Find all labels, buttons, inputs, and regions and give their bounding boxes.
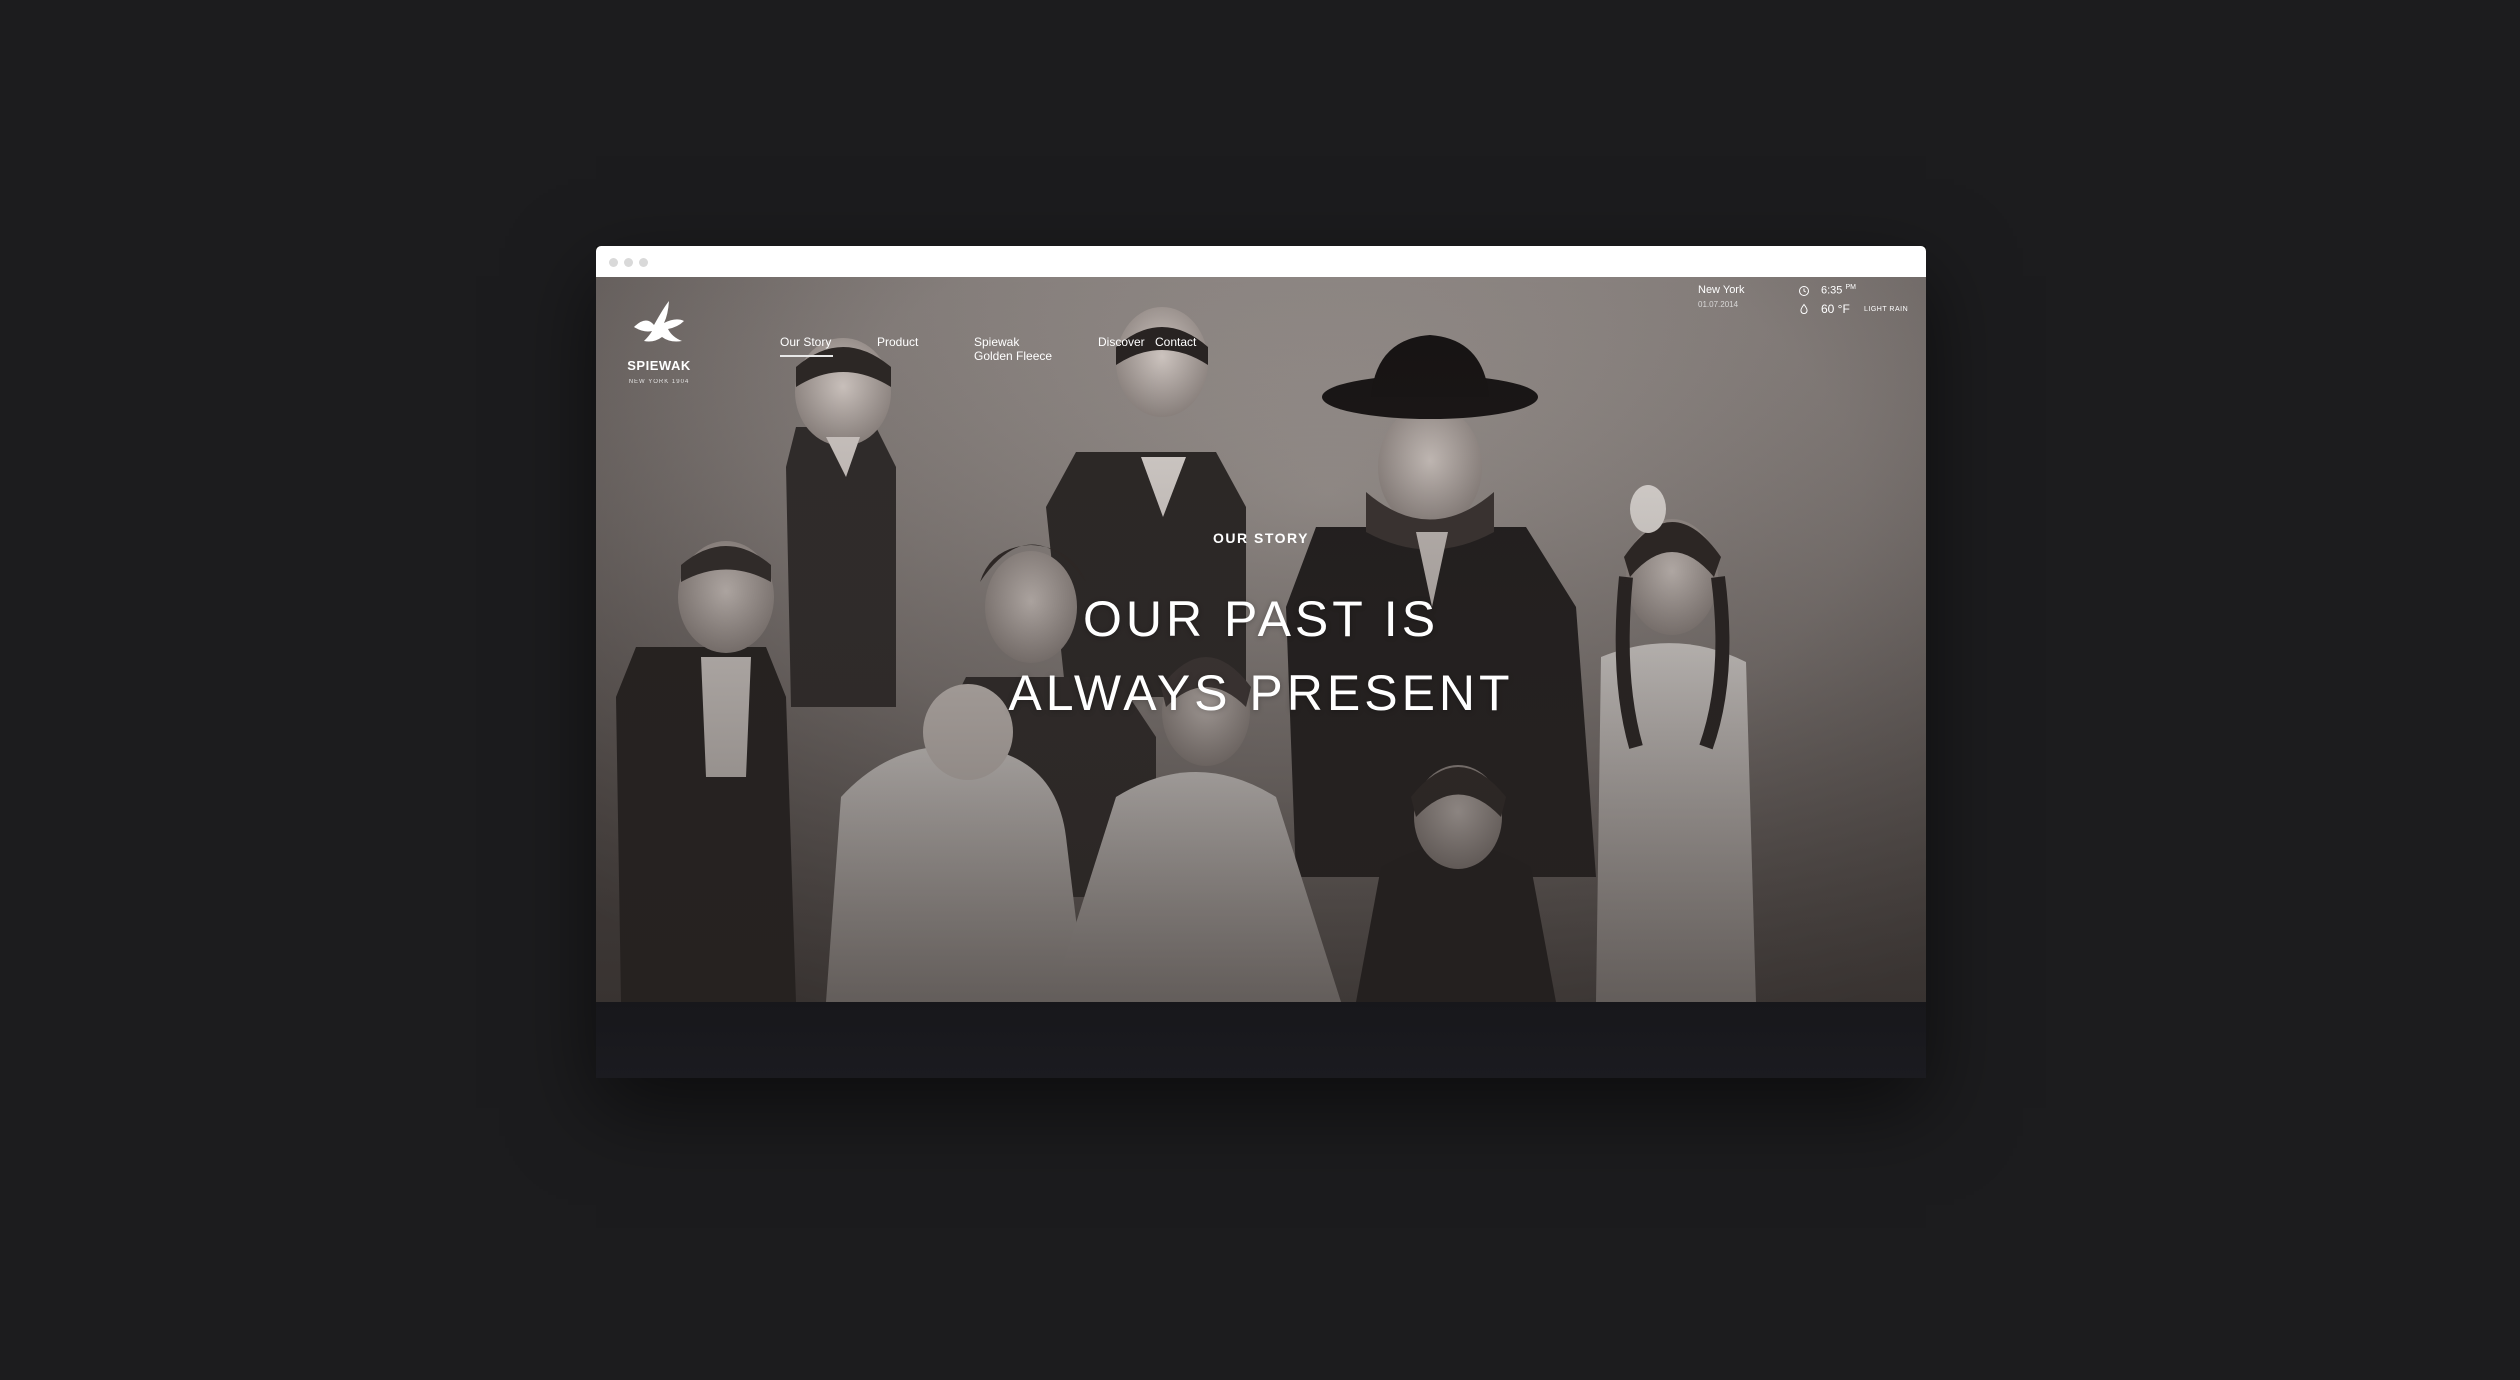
current-date: 01.07.2014	[1698, 300, 1739, 309]
headline-line-2: ALWAYS PRESENT	[1008, 665, 1514, 721]
time-suffix: PM	[1845, 284, 1856, 291]
section-eyebrow: OUR STORY	[1213, 530, 1309, 546]
nav-contact[interactable]: Contact	[1155, 335, 1196, 349]
brand-logo[interactable]: SPIEWAK NEW YORK 1904	[624, 297, 694, 385]
temperature: 60 °F	[1821, 302, 1850, 316]
window-zoom-dot[interactable]	[639, 258, 648, 267]
browser-title-bar	[596, 246, 1926, 277]
winged-bird-icon	[634, 301, 684, 342]
clock-icon	[1799, 286, 1809, 296]
city-name: New York	[1698, 284, 1745, 296]
weather-condition: LIGHT RAIN	[1864, 306, 1909, 313]
below-fold-strip	[596, 1002, 1926, 1078]
hero-headline: OUR PAST IS ALWAYS PRESENT	[596, 582, 1926, 730]
showcase-background: SPIEWAK NEW YORK 1904 Our Story Product …	[0, 0, 2520, 1380]
nav-label: Discover	[1098, 335, 1145, 349]
current-time: 6:35 PM	[1821, 284, 1856, 297]
browser-window: SPIEWAK NEW YORK 1904 Our Story Product …	[596, 246, 1926, 1078]
brand-tagline: NEW YORK 1904	[628, 379, 690, 385]
window-minimize-dot[interactable]	[624, 258, 633, 267]
time-value: 6:35	[1821, 284, 1843, 297]
nav-label-line2: Golden Fleece	[974, 349, 1053, 363]
nav-label: Product	[877, 335, 919, 349]
nav-label: Our Story	[780, 335, 832, 349]
nav-product[interactable]: Product	[877, 335, 918, 349]
nav-golden-fleece[interactable]: Spiewak Golden Fleece	[974, 335, 1052, 363]
nav-label: Spiewak	[974, 335, 1020, 349]
hero-section: SPIEWAK NEW YORK 1904 Our Story Product …	[596, 277, 1926, 1002]
nav-discover[interactable]: Discover	[1098, 335, 1145, 349]
nav-label: Contact	[1155, 335, 1197, 349]
nav-our-story[interactable]: Our Story	[780, 335, 834, 357]
window-close-dot[interactable]	[609, 258, 618, 267]
brand-name: SPIEWAK	[627, 358, 691, 373]
raindrop-icon	[1800, 303, 1808, 315]
headline-line-1: OUR PAST IS	[1082, 591, 1440, 647]
